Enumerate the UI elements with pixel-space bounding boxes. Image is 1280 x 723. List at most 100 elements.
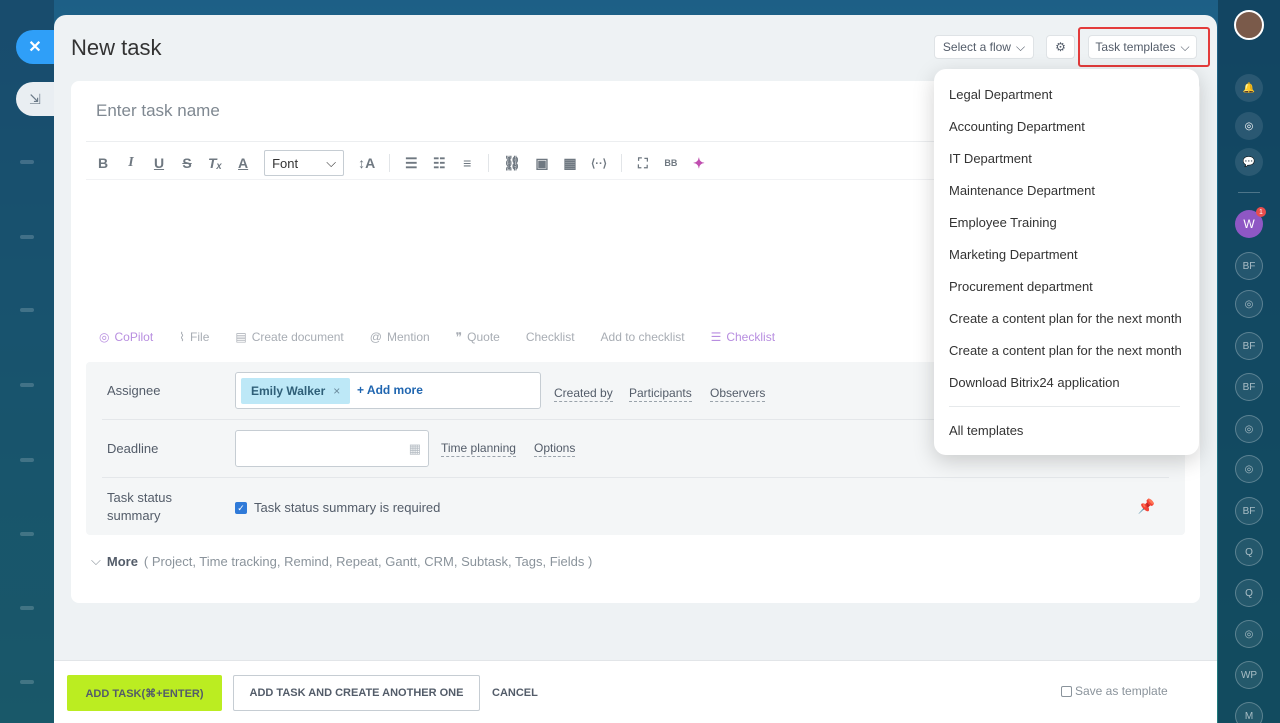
image-icon[interactable]: ▣ xyxy=(535,155,549,172)
checklist-label: Checklist xyxy=(525,330,575,344)
document-icon: ▤ xyxy=(235,330,247,344)
right-sidebar: 🔔 ◎ 💬 W 1 BF ◎ BF BF ◎ ◎ BF Q Q ◎ WP M xyxy=(1218,0,1280,723)
create-document-button[interactable]: ▤ Create document xyxy=(235,330,343,344)
file-label: File xyxy=(190,330,210,344)
font-select[interactable]: Font ⌵ xyxy=(264,150,345,176)
template-item[interactable]: Marketing Department xyxy=(949,247,1078,262)
copilot-icon: ◎ xyxy=(99,330,110,344)
assignee-name: Emily Walker xyxy=(251,384,326,398)
pin-icon[interactable]: 📌 xyxy=(1138,498,1155,515)
add-task-button[interactable]: ADD TASK(⌘+ENTER) xyxy=(67,675,222,711)
avatar[interactable]: M xyxy=(1235,702,1263,723)
badge-count: 1 xyxy=(1259,208,1263,216)
close-slider-button[interactable]: ✕ xyxy=(16,30,54,64)
task-name-input[interactable]: Enter task name xyxy=(96,101,220,121)
template-item[interactable]: Create a content plan for the next month xyxy=(949,343,1182,358)
italic-button[interactable]: I xyxy=(124,155,138,171)
template-item[interactable]: Employee Training xyxy=(949,215,1057,230)
select-flow-label: Select a flow xyxy=(942,40,1011,54)
mention-button[interactable]: @ Mention xyxy=(370,330,430,344)
create-document-label: Create document xyxy=(251,330,344,344)
align-icon[interactable]: ≡ xyxy=(460,155,474,171)
bbcode-icon[interactable]: BB xyxy=(664,158,678,168)
file-button[interactable]: ⌇ File xyxy=(179,330,209,344)
avatar[interactable]: BF xyxy=(1235,252,1263,280)
avatar-initials: Q xyxy=(1245,587,1253,599)
all-templates-link[interactable]: All templates xyxy=(949,423,1023,438)
text-color-button[interactable]: A xyxy=(236,155,250,171)
background-item xyxy=(20,532,34,536)
avatar-initials: BF xyxy=(1242,505,1256,517)
remove-icon[interactable]: × xyxy=(333,384,340,398)
background-item xyxy=(20,606,34,610)
chevron-down-icon: ⌵ xyxy=(326,155,337,170)
template-item[interactable]: Procurement department xyxy=(949,279,1093,294)
copilot-icon[interactable]: ◎ xyxy=(1235,112,1263,140)
options-link[interactable]: Options xyxy=(534,441,576,457)
checklist-new-label: Checklist xyxy=(726,330,776,344)
minimize-slider-button[interactable]: ⇲ xyxy=(16,82,54,116)
template-item[interactable]: Create a content plan for the next month xyxy=(949,311,1182,326)
observers-link[interactable]: Observers xyxy=(710,386,766,402)
avatar[interactable]: BF xyxy=(1235,332,1263,360)
copilot-button[interactable]: ◎ CoPilot xyxy=(99,330,153,344)
user-avatar[interactable] xyxy=(1234,10,1264,40)
status-summary-checkbox-label: Task status summary is required xyxy=(254,500,441,515)
save-as-template-checkbox[interactable]: Save as template xyxy=(1061,684,1168,698)
bold-button[interactable]: B xyxy=(96,155,110,171)
add-to-checklist-label: Add to checklist xyxy=(600,330,685,344)
fullscreen-icon[interactable]: ⛶ xyxy=(636,155,650,172)
template-item[interactable]: Accounting Department xyxy=(949,119,1085,134)
calendar-icon[interactable]: ▦ xyxy=(409,441,421,457)
add-to-checklist-button[interactable]: Add to checklist xyxy=(601,330,685,344)
avatar-initials: BF xyxy=(1242,260,1256,272)
bulleted-list-icon[interactable]: ☷ xyxy=(432,155,446,172)
template-item[interactable]: Legal Department xyxy=(949,87,1052,102)
copilot-chat-icon[interactable]: ◎ xyxy=(1235,455,1263,483)
select-flow-dropdown[interactable]: Select a flow ⌵ xyxy=(934,35,1034,59)
settings-button[interactable]: ⚙ xyxy=(1046,35,1075,59)
chat-icon[interactable]: 💬 xyxy=(1235,148,1263,176)
font-size-button[interactable]: ↕A xyxy=(358,155,375,171)
background-item xyxy=(20,383,34,387)
avatar[interactable]: BF xyxy=(1235,373,1263,401)
notification-badge: 1 xyxy=(1256,207,1266,217)
checklist-button[interactable]: Checklist xyxy=(526,330,575,344)
avatar[interactable]: BF xyxy=(1235,497,1263,525)
numbered-list-icon[interactable]: ☰ xyxy=(404,155,418,172)
clear-format-button[interactable]: Tₓ xyxy=(208,155,222,171)
underline-button[interactable]: U xyxy=(152,155,166,171)
assignee-chip[interactable]: Emily Walker × xyxy=(241,378,351,404)
created-by-link[interactable]: Created by xyxy=(554,386,613,402)
checklist-new-button[interactable]: ☰ Checklist xyxy=(711,330,775,344)
avatar[interactable]: WP xyxy=(1235,661,1263,689)
time-planning-link[interactable]: Time planning xyxy=(441,441,516,457)
table-icon[interactable]: ▦ xyxy=(563,155,577,172)
copilot-chat-icon[interactable]: ◎ xyxy=(1235,415,1263,443)
deadline-input[interactable]: ▦ xyxy=(235,430,429,467)
status-summary-checkbox[interactable]: ✓ xyxy=(235,502,247,514)
assignee-field[interactable]: Emily Walker × + Add more xyxy=(235,372,541,409)
participants-link[interactable]: Participants xyxy=(629,386,692,402)
template-item[interactable]: Maintenance Department xyxy=(949,183,1095,198)
add-task-create-another-button[interactable]: ADD TASK AND CREATE ANOTHER ONE xyxy=(233,675,480,711)
cancel-button[interactable]: CANCEL xyxy=(492,687,538,699)
bell-icon[interactable]: 🔔 xyxy=(1235,74,1263,102)
avatar[interactable]: Q xyxy=(1235,579,1263,607)
copilot-chat-icon[interactable]: ◎ xyxy=(1235,620,1263,648)
avatar[interactable]: Q xyxy=(1235,538,1263,566)
copilot-image-icon[interactable]: ✦ xyxy=(692,155,706,172)
link-icon[interactable]: ⛓ xyxy=(503,155,521,172)
strikethrough-button[interactable]: S xyxy=(180,155,194,171)
template-item[interactable]: Download Bitrix24 application xyxy=(949,375,1120,390)
checklist-icon: ☰ xyxy=(710,330,722,344)
more-items: ( Project, Time tracking, Remind, Repeat… xyxy=(143,553,593,569)
add-more-assignee-link[interactable]: + Add more xyxy=(357,383,423,397)
dropdown-divider xyxy=(949,406,1180,407)
more-section[interactable]: ⌵ More ( Project, Time tracking, Remind,… xyxy=(91,553,592,569)
quote-button[interactable]: ❞ Quote xyxy=(456,330,500,344)
copilot-chat-icon[interactable]: ◎ xyxy=(1235,290,1263,318)
avatar-initials: BF xyxy=(1242,340,1256,352)
template-item[interactable]: IT Department xyxy=(949,151,1032,166)
code-icon[interactable]: ⟨··⟩ xyxy=(591,157,607,170)
